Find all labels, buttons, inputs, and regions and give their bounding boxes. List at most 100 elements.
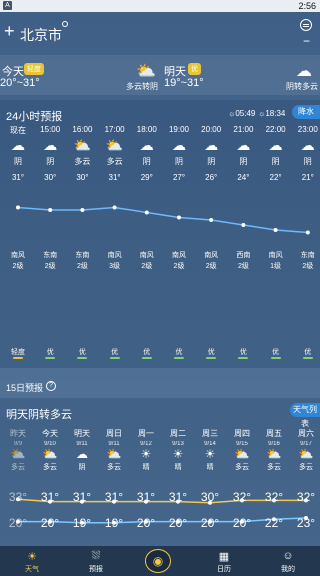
- forecast-icon: ⛆: [91, 550, 101, 562]
- day-condition: 多云: [107, 464, 121, 471]
- wind-level: 3级: [109, 263, 121, 270]
- hourly-point: [80, 208, 85, 212]
- hour-condition: 阴: [14, 157, 22, 166]
- cloud-icon: ☁: [76, 447, 88, 461]
- aqi-label: 优: [143, 349, 151, 356]
- status-bar: A 2:56: [0, 0, 320, 12]
- weather-list-button[interactable]: 天气列表: [290, 403, 320, 428]
- voice-icon[interactable]: ◉: [145, 549, 171, 573]
- hour-temp: 31°: [108, 173, 121, 182]
- location-icon: [62, 21, 68, 27]
- hour-time: 19:00: [168, 125, 190, 134]
- profile-icon: ☺: [282, 550, 294, 562]
- hour-temp: 27°: [172, 173, 186, 182]
- rain-button[interactable]: 降水: [292, 105, 320, 119]
- aqi-label: 优: [46, 349, 54, 356]
- day-high: 32°: [264, 490, 284, 504]
- cloud-icon: ☁: [43, 137, 58, 153]
- hour-time: 16:00: [72, 125, 93, 134]
- wind-level: 2级: [173, 263, 185, 270]
- forecast-header: 15日预报 ?: [0, 375, 320, 395]
- day-low: 20°: [232, 516, 252, 530]
- nav-weather[interactable]: ☀ 天气: [0, 546, 64, 576]
- more-icon[interactable]: [300, 19, 312, 31]
- partly-cloudy-icon: ⛅: [106, 447, 122, 461]
- aqi-bar: [302, 357, 313, 359]
- hourly-point: [48, 208, 53, 212]
- weather-icon: ☀: [27, 551, 37, 563]
- today-card[interactable]: 今天 轻度 20°~31° ⛅ 多云转阴: [0, 55, 160, 95]
- day-high: 31°: [168, 490, 188, 504]
- hourly-point: [209, 218, 214, 222]
- wind-direction: 南风: [11, 252, 25, 259]
- wind-direction: 南风: [172, 252, 186, 259]
- hourly-point: [177, 215, 181, 220]
- partly-cloudy-icon: ⛅: [105, 137, 124, 153]
- hour-time: 15:00: [40, 125, 61, 134]
- day-name: 周五: [266, 429, 282, 438]
- wind-direction: 东南: [43, 252, 58, 259]
- aqi-label: 轻度: [11, 349, 25, 356]
- aqi-label: 优: [272, 349, 280, 356]
- hour-time: 18:00: [136, 125, 157, 134]
- partly-cloudy-icon: ⛅: [10, 447, 26, 461]
- tomorrow-card[interactable]: 明天 优 19°~31° ☁ 阴转多云: [162, 55, 320, 95]
- hour-condition: 多云: [106, 157, 123, 166]
- today-condition: 多云转阴: [126, 82, 158, 91]
- wind-direction: 东南: [75, 252, 90, 259]
- day-high: 32°: [296, 490, 316, 504]
- partly-cloudy-icon: ⛅: [234, 447, 250, 461]
- help-icon[interactable]: ?: [46, 381, 56, 391]
- today-tomorrow-summary: 今天 轻度 20°~31° ⛅ 多云转阴 明天 优 19°~31° ☁ 阴转多云: [0, 55, 320, 95]
- day-low: 22°: [264, 516, 284, 530]
- day-condition: 阴: [78, 464, 86, 471]
- cloud-icon: ☁: [204, 137, 219, 153]
- hour-condition: 阴: [142, 157, 151, 166]
- aqi-label: 优: [239, 349, 247, 356]
- day-condition: 晴: [174, 464, 182, 471]
- cloud-icon: ☁: [11, 137, 25, 153]
- aqi-label: 优: [78, 349, 86, 356]
- tomorrow-condition: 阴转多云: [286, 82, 318, 91]
- sunset-time: ☼18:34: [258, 109, 286, 118]
- partly-cloudy-icon: ⛅: [136, 63, 156, 80]
- aqi-bar: [238, 357, 249, 359]
- plus-icon[interactable]: +: [4, 22, 15, 40]
- hourly-forecast-panel: 24小时预报 ☼05:49 ☼18:34 降水 现在 ☁ 阴 31° 南风 2级 轻度 15:…: [0, 100, 320, 368]
- forecast-title: 15日预报: [6, 383, 44, 393]
- hour-condition: 阴: [207, 157, 216, 166]
- aqi-label: 优: [175, 349, 183, 356]
- aqi-label: 优: [304, 349, 312, 356]
- aqi-bar: [141, 357, 152, 359]
- aqi-label: 优: [111, 349, 119, 356]
- hourly-title: 24小时预报: [6, 111, 63, 123]
- today-aqi-badge: 轻度: [24, 63, 44, 75]
- day-low: 20°: [40, 516, 60, 530]
- nav-calendar[interactable]: ▦ 日历: [192, 546, 256, 576]
- wind-direction: 南风: [268, 252, 283, 259]
- status-time: 2:56: [298, 1, 316, 11]
- hour-condition: 多云: [74, 157, 91, 166]
- cloud-icon: ☁: [139, 137, 154, 153]
- minus-icon[interactable]: −: [303, 34, 310, 48]
- cloud-icon: ☁: [236, 137, 251, 153]
- hourly-point: [273, 228, 278, 232]
- day-name: 明天: [74, 429, 90, 438]
- hour-temp: 30°: [44, 173, 57, 182]
- day-name: 周六: [298, 429, 314, 438]
- aqi-bar: [45, 357, 56, 359]
- hour-condition: 阴: [46, 157, 55, 166]
- aqi-bar: [109, 357, 120, 359]
- cloud-icon: ☁: [172, 137, 186, 153]
- partly-cloudy-icon: ⛅: [42, 447, 58, 461]
- day-low: 20°: [136, 516, 156, 530]
- hour-time: 17:00: [104, 125, 125, 134]
- aqi-label: 优: [207, 349, 215, 356]
- city-name[interactable]: 北京市: [20, 25, 62, 45]
- nav-profile[interactable]: ☺ 我的: [256, 546, 320, 576]
- sunrise-time: ☼05:49: [228, 109, 256, 118]
- hour-temp: 31°: [11, 173, 25, 182]
- nav-forecast[interactable]: ⛆ 预报: [64, 546, 128, 576]
- hour-temp: 29°: [140, 173, 153, 182]
- day-high: 33°: [8, 490, 28, 504]
